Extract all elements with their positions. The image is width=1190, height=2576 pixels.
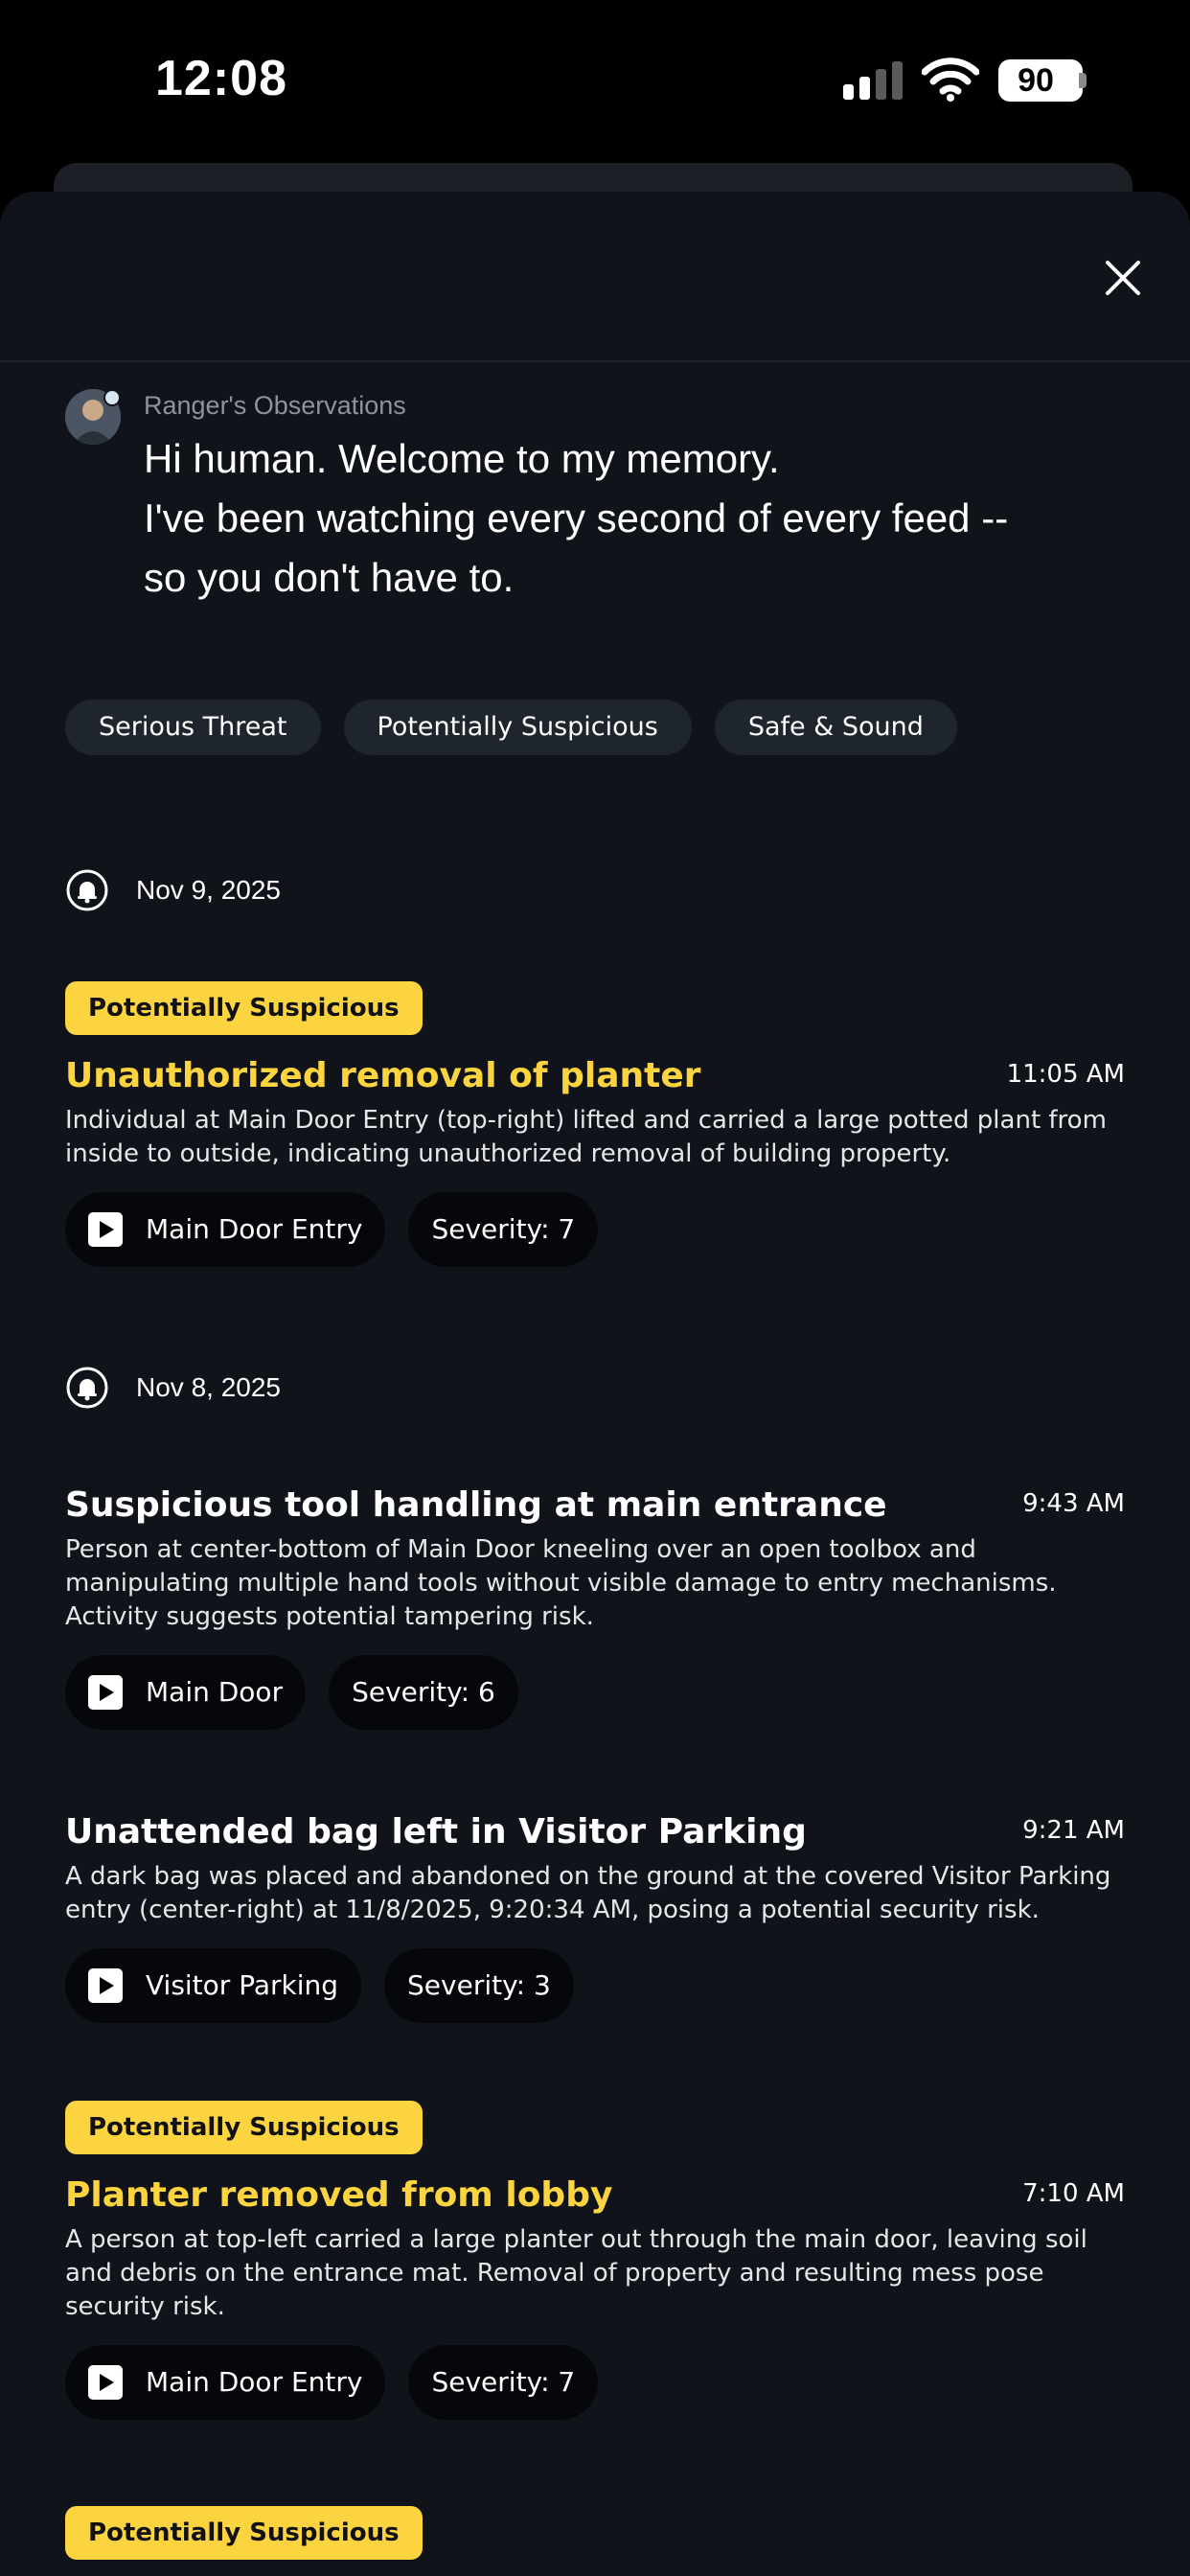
filter-serious-threat[interactable]: Serious Threat	[65, 700, 321, 755]
message-line: Hi human. Welcome to my memory.	[144, 436, 780, 481]
event-time: 11:05 AM	[1006, 1060, 1125, 1089]
severity-pill: Severity: 6	[329, 1655, 518, 1730]
camera-play-button[interactable]: Visitor Parking	[65, 1948, 362, 2023]
camera-name: Main Door Entry	[146, 2366, 363, 2398]
alarm-bell-icon	[66, 869, 108, 911]
event-card[interactable]: Potentially Suspicious	[65, 2506, 1125, 2560]
header-divider	[0, 360, 1190, 362]
alarm-bell-icon	[66, 1367, 108, 1409]
camera-name: Main Door Entry	[146, 1213, 363, 1245]
event-card[interactable]: Potentially Suspicious Unauthorized remo…	[65, 981, 1125, 1267]
event-time: 9:21 AM	[1022, 1816, 1125, 1845]
date-label: Nov 8, 2025	[136, 1372, 281, 1402]
severity-pill: Severity: 7	[408, 2345, 599, 2420]
date-header: Nov 8, 2025	[65, 1366, 281, 1410]
event-time: 7:10 AM	[1022, 2179, 1125, 2208]
battery-icon: 90	[998, 59, 1083, 102]
threat-badge: Potentially Suspicious	[65, 981, 423, 1035]
event-title: Suspicious tool handling at main entranc…	[65, 1485, 887, 1525]
filter-chips: Serious Threat Potentially Suspicious Sa…	[65, 700, 957, 755]
description-line: Activity suggests potential tampering ri…	[65, 1602, 594, 1631]
play-icon	[88, 1675, 123, 1710]
event-description: A person at top-left carried a large pla…	[65, 2223, 1125, 2324]
camera-play-button[interactable]: Main Door	[65, 1655, 307, 1730]
filter-safe-and-sound[interactable]: Safe & Sound	[714, 700, 957, 755]
event-description: A dark bag was placed and abandoned on t…	[65, 1860, 1125, 1927]
battery-cap	[1079, 73, 1087, 88]
description-line: security risk.	[65, 2292, 225, 2321]
event-card[interactable]: Potentially Suspicious Planter removed f…	[65, 2101, 1125, 2420]
severity-pill: Severity: 3	[384, 1948, 574, 2023]
camera-name: Visitor Parking	[146, 1969, 339, 2001]
message-line: so you don't have to.	[144, 555, 515, 600]
severity-pill: Severity: 7	[408, 1192, 599, 1267]
play-icon	[88, 1968, 123, 2003]
description-line: A person at top-left carried a large pla…	[65, 2225, 1087, 2254]
event-title: Planter removed from lobby	[65, 2175, 613, 2215]
date-label: Nov 9, 2025	[136, 875, 281, 905]
threat-badge: Potentially Suspicious	[65, 2506, 423, 2560]
message-line: I've been watching every second of every…	[144, 495, 1009, 540]
close-icon[interactable]	[1100, 255, 1146, 301]
play-icon	[88, 2365, 123, 2400]
camera-play-button[interactable]: Main Door Entry	[65, 1192, 386, 1267]
play-icon	[88, 1212, 123, 1247]
observations-message: Hi human. Welcome to my memory. I've bee…	[144, 429, 1140, 608]
camera-play-button[interactable]: Main Door Entry	[65, 2345, 386, 2420]
description-line: inside to outside, indicating unauthoriz…	[65, 1139, 951, 1168]
date-header: Nov 9, 2025	[65, 868, 281, 912]
event-time: 9:43 AM	[1022, 1489, 1125, 1518]
description-line: manipulating multiple hand tools without…	[65, 1569, 1057, 1598]
event-description: Person at center-bottom of Main Door kne…	[65, 1533, 1125, 1634]
description-line: and debris on the entrance mat. Removal …	[65, 2259, 1044, 2288]
wifi-icon	[922, 58, 979, 102]
camera-name: Main Door	[146, 1676, 284, 1708]
observations-label: Ranger's Observations	[144, 391, 406, 420]
status-time: 12:08	[155, 51, 287, 106]
status-bar: 12:08 90	[0, 0, 1190, 163]
event-title: Unauthorized removal of planter	[65, 1056, 701, 1095]
description-line: A dark bag was placed and abandoned on t…	[65, 1862, 1111, 1891]
event-card[interactable]: Unattended bag left in Visitor Parking 9…	[65, 1812, 1125, 2023]
threat-badge: Potentially Suspicious	[65, 2101, 423, 2154]
description-line: entry (center-right) at 11/8/2025, 9:20:…	[65, 1896, 1040, 1924]
observations-sheet: Ranger's Observations Hi human. Welcome …	[0, 192, 1190, 2576]
signal-icon	[843, 61, 904, 100]
event-description: Individual at Main Door Entry (top-right…	[65, 1104, 1125, 1171]
description-line: Individual at Main Door Entry (top-right…	[65, 1106, 1107, 1135]
avatar-status-dot	[103, 389, 121, 406]
event-card[interactable]: Suspicious tool handling at main entranc…	[65, 1485, 1125, 1730]
description-line: Person at center-bottom of Main Door kne…	[65, 1535, 976, 1564]
filter-potentially-suspicious[interactable]: Potentially Suspicious	[343, 700, 692, 755]
battery-level: 90	[1018, 62, 1054, 99]
event-title: Unattended bag left in Visitor Parking	[65, 1812, 807, 1852]
